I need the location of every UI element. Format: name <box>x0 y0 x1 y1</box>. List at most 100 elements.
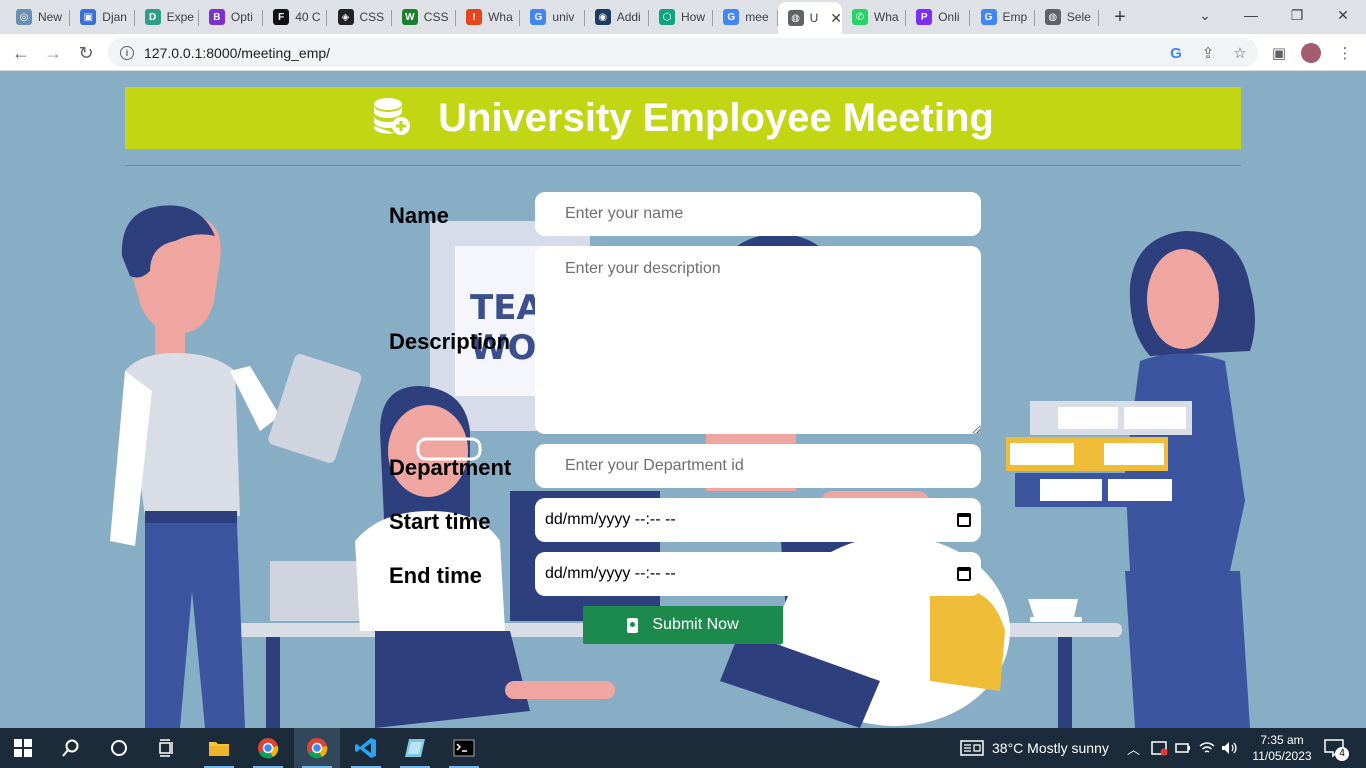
browser-tab-bar: ◎ New ▣ Djan D Expe B Opti F 40 C ◈ CSS W CSS! Wha Guni… <box>0 0 1366 34</box>
maximize-button[interactable]: ❐ <box>1274 0 1320 30</box>
share-icon[interactable]: ⇪ <box>1197 42 1219 64</box>
tab-favicon-icon: ⬡ <box>659 9 675 25</box>
calendar-icon[interactable] <box>957 513 971 527</box>
tab-favicon-icon: B <box>208 9 225 25</box>
tab-label: How <box>681 10 706 24</box>
tab-search-icon[interactable]: ⌄ <box>1182 0 1228 30</box>
minimize-button[interactable]: — <box>1228 0 1274 30</box>
name-input[interactable] <box>535 192 981 236</box>
show-hidden-icons[interactable]: ︿ <box>1127 728 1140 768</box>
tab-close-icon[interactable]: ✕ <box>830 10 842 27</box>
side-panel-icon[interactable]: ▣ <box>1268 42 1290 64</box>
browser-toolbar: ← → ↻ i 127.0.0.1:8000/meeting_emp/ G ⇪ … <box>0 34 1366 71</box>
tab-label: New <box>38 10 63 24</box>
notification-count-badge: 4 <box>1335 747 1349 761</box>
profile-avatar[interactable] <box>1300 42 1322 64</box>
end-time-label: End time <box>389 563 482 588</box>
tab-label: univ <box>552 10 575 24</box>
tab-favicon-icon: ◍ <box>1044 9 1061 25</box>
task-view-icon[interactable] <box>144 728 190 768</box>
browser-tab[interactable]: ◎ New <box>6 4 71 30</box>
browser-tab[interactable]: P Onli <box>906 4 971 30</box>
bookmark-star-icon[interactable]: ☆ <box>1229 42 1251 64</box>
cortana-icon[interactable] <box>96 728 142 768</box>
weather-text: 38°C Mostly sunny <box>992 740 1109 756</box>
tab-label: Djan <box>102 10 127 24</box>
app-icon[interactable] <box>392 728 438 768</box>
newspaper-icon <box>960 740 984 756</box>
tab-label: CSS <box>359 10 385 24</box>
tab-favicon-icon: ▣ <box>80 9 97 25</box>
description-textarea[interactable] <box>535 246 981 434</box>
browser-tab[interactable]: ◍ U ✕ <box>777 2 842 34</box>
tab-label: Opti <box>230 10 253 24</box>
id-badge-icon <box>627 617 639 633</box>
tab-favicon-icon: ◎ <box>16 9 32 25</box>
tab-label: 40 C <box>295 10 321 24</box>
vscode-icon[interactable] <box>343 728 389 768</box>
browser-tab[interactable]: B Opti <box>199 4 264 30</box>
tab-label: Sele <box>1066 10 1091 24</box>
address-bar[interactable]: i 127.0.0.1:8000/meeting_emp/ <box>108 38 1258 67</box>
description-label: Description <box>389 329 511 354</box>
submit-button[interactable]: Submit Now <box>583 606 783 644</box>
browser-tab[interactable]: F 40 C <box>263 4 328 30</box>
forward-button[interactable]: → <box>40 40 66 66</box>
battery-icon[interactable] <box>1175 728 1191 768</box>
tab-label: Onli <box>938 10 960 24</box>
tab-label: CSS <box>423 10 449 24</box>
tab-favicon-icon: ◉ <box>594 9 611 25</box>
browser-tab[interactable]: W CSS <box>392 4 457 30</box>
header-divider <box>125 165 1241 166</box>
tab-label: Addi <box>616 10 641 24</box>
volume-icon[interactable] <box>1221 728 1239 768</box>
page-header-banner: University Employee Meeting <box>125 87 1241 149</box>
chrome-icon[interactable] <box>245 728 291 768</box>
calendar-icon[interactable] <box>957 567 971 581</box>
terminal-icon[interactable] <box>441 728 487 768</box>
weather-widget[interactable]: 38°C Mostly sunny <box>960 728 1109 768</box>
start-time-input[interactable]: dd/mm/yyyy --:-- -- <box>535 498 981 542</box>
browser-tab[interactable]: ◉ Addi <box>585 4 649 30</box>
notifications-icon[interactable]: 4 <box>1324 728 1349 768</box>
browser-tab[interactable]: ✆ Wha <box>842 4 907 30</box>
browser-tab[interactable]: Guniv <box>520 4 585 30</box>
tab-favicon-icon: G <box>980 9 997 25</box>
system-clock[interactable]: 7:35 am 11/05/2023 <box>1250 732 1314 764</box>
back-button[interactable]: ← <box>8 40 34 66</box>
browser-tab[interactable]: ▣ Djan <box>70 4 135 30</box>
site-info-icon[interactable]: i <box>120 45 134 60</box>
windows-start-icon[interactable] <box>0 728 46 768</box>
browser-tab[interactable]: Gmee <box>713 4 778 30</box>
wifi-icon[interactable] <box>1199 728 1215 768</box>
browser-tab[interactable]: ◈ CSS <box>328 4 392 30</box>
tab-label: U <box>809 11 819 25</box>
browser-tab[interactable]: D Expe <box>135 4 199 30</box>
browser-tab[interactable]: G Emp <box>971 4 1035 30</box>
tab-label: Wha <box>488 10 513 24</box>
clock-date: 11/05/2023 <box>1252 749 1312 763</box>
file-explorer-icon[interactable] <box>196 728 242 768</box>
close-window-button[interactable]: ✕ <box>1320 0 1366 30</box>
new-tab-button[interactable]: + <box>1108 5 1132 29</box>
browser-tab[interactable]: ! Wha <box>456 4 521 30</box>
browser-tab[interactable]: ⬡ How <box>649 4 714 30</box>
page-title: University Employee Meeting <box>438 95 994 140</box>
google-translate-icon[interactable]: G <box>1165 42 1187 64</box>
tab-favicon-icon: ◍ <box>787 10 804 26</box>
reload-button[interactable]: ↻ <box>73 40 99 66</box>
chrome-profile-icon[interactable] <box>294 728 340 768</box>
tab-label: Expe <box>166 10 194 24</box>
database-plus-icon <box>372 96 412 141</box>
page-viewport: TEAM WOR University Employee Meeting Nam… <box>0 71 1366 728</box>
search-icon[interactable] <box>48 728 94 768</box>
department-input[interactable] <box>535 444 981 488</box>
tab-label: mee <box>745 10 769 24</box>
clock-time: 7:35 am <box>1260 733 1304 747</box>
browser-tab[interactable]: ◍ Sele <box>1035 4 1100 30</box>
start-time-label: Start time <box>389 509 491 534</box>
tab-favicon-icon: ✆ <box>851 9 868 25</box>
browser-menu-icon[interactable]: ⋮ <box>1334 42 1356 64</box>
end-time-input[interactable]: dd/mm/yyyy --:-- -- <box>535 552 981 596</box>
security-icon[interactable] <box>1151 728 1169 768</box>
